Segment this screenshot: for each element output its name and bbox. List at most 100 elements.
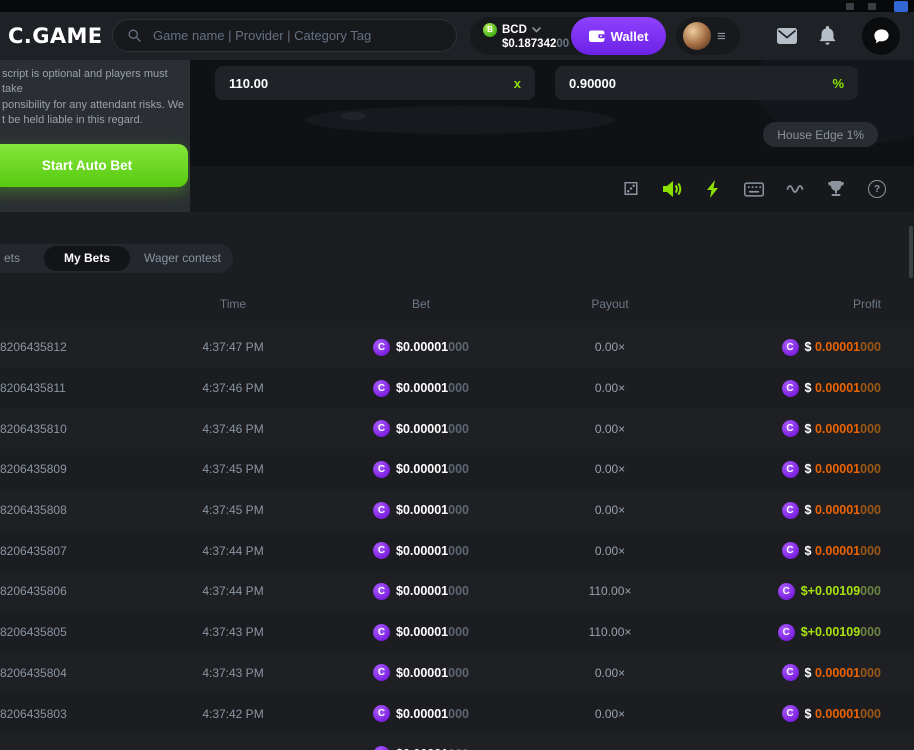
bet-amount: C $0.00001000 [346, 339, 496, 356]
trophy-icon[interactable] [826, 179, 846, 199]
bet-time: 4:37:47 PM [120, 340, 346, 354]
coin-icon: C [373, 542, 390, 559]
bet-payout: 0.00× [496, 503, 724, 517]
logo[interactable]: C.GAME [8, 24, 103, 48]
chevron-down-icon [532, 27, 541, 33]
col-id [0, 297, 120, 317]
profile-menu[interactable]: ≡ [676, 17, 740, 55]
bet-id: 8206435812 [0, 340, 120, 354]
table-row[interactable]: 8206435806 4:37:44 PM C $0.00001000 110.… [0, 571, 914, 612]
dice-icon[interactable]: ⚂ [621, 179, 641, 199]
bet-profit: C $ 0.00001000 [724, 420, 881, 437]
table-row[interactable]: C $0.00001000 C [0, 734, 914, 750]
bet-payout: 0.00× [496, 666, 724, 680]
bets-table-header: Time Bet Payout Profit [0, 297, 914, 317]
coin-icon: C [782, 705, 799, 722]
bet-profit: C $ 0.00001000 [724, 461, 881, 478]
scrollbar-thumb[interactable] [909, 226, 913, 278]
table-row[interactable]: 8206435809 4:37:45 PM C $0.00001000 0.00… [0, 449, 914, 490]
table-row[interactable]: 8206435812 4:37:47 PM C $0.00001000 0.00… [0, 327, 914, 368]
bet-amount: C $0.00001000 [346, 380, 496, 397]
tab-my-bets[interactable]: My Bets [44, 246, 130, 271]
bet-payout: 0.00× [496, 340, 724, 354]
payout-input[interactable]: 110.00 x [215, 66, 535, 100]
help-icon[interactable]: ? [867, 179, 887, 199]
coin-icon: C [373, 420, 390, 437]
coin-icon: C [782, 542, 799, 559]
search-input[interactable] [151, 27, 442, 44]
bet-payout: 0.00× [496, 422, 724, 436]
currency-selector[interactable]: B BCD $0.18734200 [470, 23, 569, 50]
col-payout: Payout [496, 297, 724, 317]
game-panel: 110.00 x 0.90000 % House Edge 1% ⚂ [190, 60, 914, 212]
bet-amount: C $0.00001000 [346, 542, 496, 559]
start-auto-bet-button[interactable]: Start Auto Bet [0, 144, 188, 187]
coin-icon: C [782, 339, 799, 356]
extension-icon[interactable] [846, 3, 854, 10]
tab-wager-contest[interactable]: Wager contest [130, 246, 231, 271]
extension-icon[interactable] [868, 3, 876, 10]
hotkeys-icon[interactable] [744, 179, 764, 199]
turbo-icon[interactable] [703, 179, 723, 199]
coin-icon: C [373, 461, 390, 478]
coin-icon: C [373, 502, 390, 519]
bet-time: 4:37:43 PM [120, 666, 346, 680]
bet-amount: C $0.00001000 [346, 664, 496, 681]
table-row[interactable]: 8206435805 4:37:43 PM C $0.00001000 110.… [0, 612, 914, 653]
bet-profit: C $ 0.00001000 [724, 380, 881, 397]
win-chance-input[interactable]: 0.90000 % [555, 66, 858, 100]
bet-id: 8206435806 [0, 584, 120, 598]
wallet-icon [589, 29, 605, 43]
coin-icon: C [782, 420, 799, 437]
bet-payout: 0.00× [496, 544, 724, 558]
bet-id: 8206435807 [0, 544, 120, 558]
table-row[interactable]: 8206435810 4:37:46 PM C $0.00001000 0.00… [0, 408, 914, 449]
bet-time: 4:37:46 PM [120, 381, 346, 395]
col-time: Time [120, 297, 346, 317]
site-badge-icon [894, 1, 908, 12]
bet-time: 4:37:45 PM [120, 462, 346, 476]
wallet-button[interactable]: Wallet [571, 17, 666, 55]
chat-icon[interactable] [862, 17, 900, 55]
bet-profit: C $+0.00109000 [724, 583, 881, 600]
win-chance-value: 0.90000 [569, 76, 616, 91]
bet-id: 8206435810 [0, 422, 120, 436]
bet-id: 8206435804 [0, 666, 120, 680]
decor-ellipse [340, 112, 366, 120]
coin-icon: C [373, 583, 390, 600]
tab-all-bets[interactable]: ets [0, 246, 44, 271]
coin-icon: C [373, 339, 390, 356]
search-bar[interactable] [112, 19, 457, 52]
coin-icon: C [373, 705, 390, 722]
coin-icon: C [782, 664, 799, 681]
house-edge-badge: House Edge 1% [763, 122, 878, 147]
table-row[interactable]: 8206435808 4:37:45 PM C $0.00001000 0.00… [0, 490, 914, 531]
bet-amount: C $0.00001000 [346, 502, 496, 519]
bet-amount: C $0.00001000 [346, 583, 496, 600]
coin-icon: C [782, 502, 799, 519]
table-row[interactable]: 8206435803 4:37:42 PM C $0.00001000 0.00… [0, 693, 914, 734]
mail-icon[interactable] [777, 28, 797, 44]
live-stats-icon[interactable] [785, 179, 805, 199]
bet-profit: C $ 0.00001000 [724, 705, 881, 722]
bet-time: 4:37:43 PM [120, 625, 346, 639]
table-row[interactable]: 8206435807 4:37:44 PM C $0.00001000 0.00… [0, 530, 914, 571]
bell-icon[interactable] [819, 26, 836, 46]
balance-pill: B BCD $0.18734200 Wallet [470, 17, 666, 55]
coin-icon: C [373, 380, 390, 397]
browser-strip [0, 0, 914, 12]
coin-icon: C [782, 461, 799, 478]
bet-payout: 0.00× [496, 707, 724, 721]
avatar[interactable] [683, 22, 711, 50]
table-row[interactable]: 8206435811 4:37:46 PM C $0.00001000 0.00… [0, 368, 914, 409]
app-header: C.GAME B BCD $0.18734200 [0, 12, 914, 61]
bet-amount: C $0.00001000 [346, 746, 496, 750]
coin-icon: C [373, 664, 390, 681]
bet-profit: C $ 0.00001000 [724, 339, 881, 356]
coin-icon: C [373, 746, 390, 750]
balance-amount: $0.18734200 [502, 38, 569, 50]
coin-icon: C [782, 380, 799, 397]
table-row[interactable]: 8206435804 4:37:43 PM C $0.00001000 0.00… [0, 653, 914, 694]
bet-payout: 110.00× [496, 584, 724, 598]
sound-icon[interactable] [662, 179, 682, 199]
